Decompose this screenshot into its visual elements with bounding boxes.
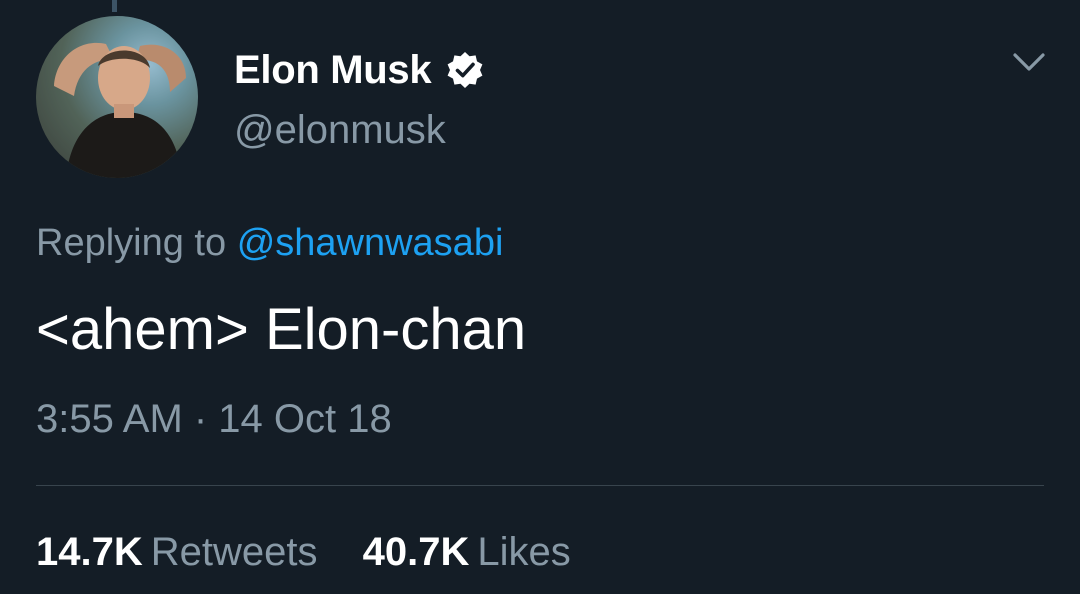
likes-count: 40.7K [362, 530, 470, 574]
author-display-name[interactable]: Elon Musk [234, 48, 432, 93]
chevron-down-icon[interactable] [1012, 50, 1046, 74]
retweets-count: 14.7K [36, 530, 143, 574]
engagement-stats: 14.7K Retweets 40.7K Likes [36, 530, 605, 575]
thread-connector-line [112, 0, 117, 12]
replying-to-label: Replying to [36, 222, 227, 264]
author-name-row: Elon Musk [234, 46, 485, 94]
avatar-photo [36, 16, 198, 178]
likes-label: Likes [477, 530, 571, 574]
author-handle[interactable]: @elonmusk [234, 108, 446, 153]
divider [36, 485, 1044, 486]
verified-badge-icon [447, 52, 483, 88]
reply-mention-link[interactable]: @shawnwasabi [237, 222, 504, 264]
retweets-stat[interactable]: 14.7K Retweets [36, 530, 318, 575]
retweets-label: Retweets [150, 530, 318, 574]
tweet-text: <ahem> Elon-chan [36, 297, 527, 362]
tweet-timestamp[interactable]: 3:55 AM · 14 Oct 18 [36, 397, 392, 442]
replying-to-line: Replying to @shawnwasabi [36, 222, 503, 265]
likes-stat[interactable]: 40.7K Likes [363, 530, 571, 575]
avatar[interactable] [36, 16, 198, 178]
